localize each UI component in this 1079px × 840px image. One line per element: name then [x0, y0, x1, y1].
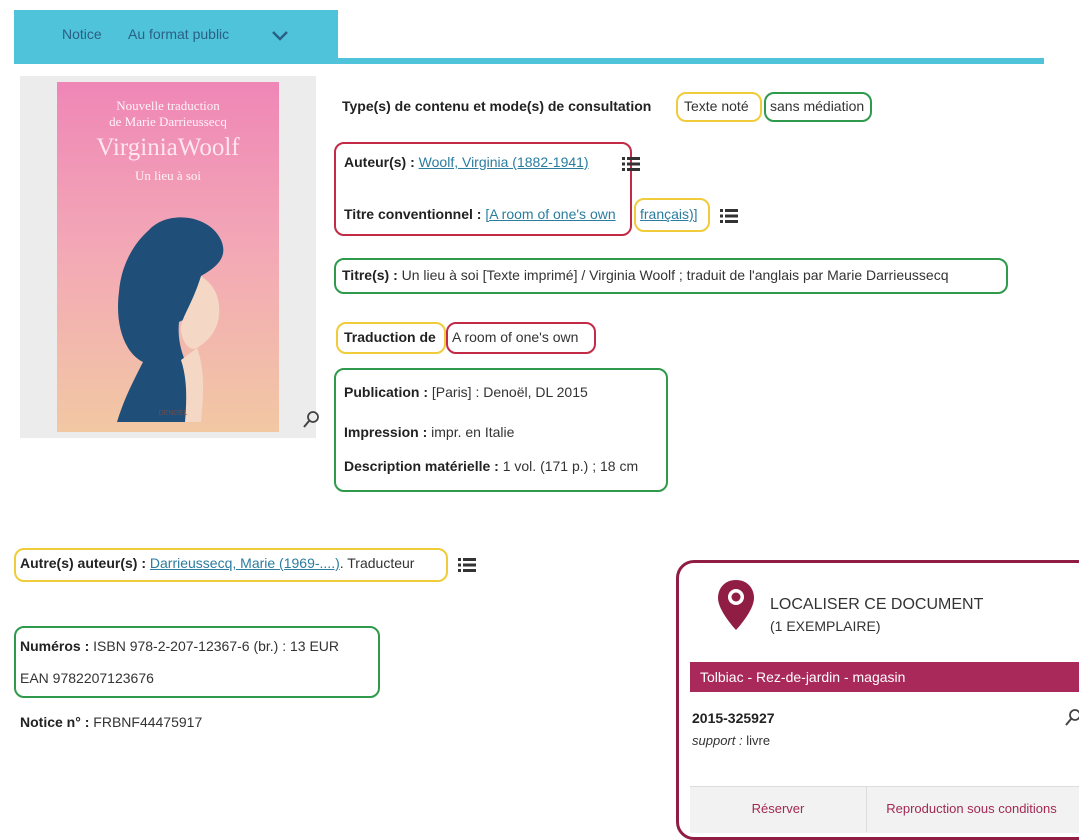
author-row: Auteur(s) : Woolf, Virginia (1882-1941)	[344, 154, 589, 170]
notice-number-row: Notice n° : FRBNF44475917	[20, 714, 202, 730]
notice-number-value: FRBNF44475917	[93, 714, 203, 730]
publication-label: Publication :	[344, 384, 428, 400]
author-link[interactable]: Woolf, Virginia (1882-1941)	[419, 154, 589, 170]
list-icon[interactable]	[720, 208, 738, 224]
language-link[interactable]: français)]	[640, 206, 698, 222]
publication-row: Publication : [Paris] : Denoël, DL 2015	[344, 384, 588, 400]
description-label: Description matérielle :	[344, 458, 499, 474]
printing-value: impr. en Italie	[431, 424, 515, 440]
title-value: Un lieu à soi [Texte imprimé] / Virginia…	[401, 267, 949, 283]
content-type-value2: sans médiation	[770, 98, 865, 114]
cover-line2: de Marie Darrieussecq	[109, 114, 227, 129]
description-value: 1 vol. (171 p.) ; 18 cm	[502, 458, 639, 474]
zoom-icon[interactable]	[302, 410, 320, 430]
author-label: Auteur(s) :	[344, 154, 415, 170]
reproduction-button[interactable]: Reproduction sous conditions	[866, 786, 1076, 832]
numbers-row: Numéros : ISBN 978-2-207-12367-6 (br.) :…	[20, 638, 339, 654]
uniform-title-label: Titre conventionnel :	[344, 206, 482, 222]
support-label: support :	[692, 733, 743, 748]
format-selector[interactable]: Au format public	[128, 26, 229, 42]
portrait-illustration	[117, 217, 224, 422]
list-icon[interactable]	[458, 557, 476, 573]
locate-count: (1 EXEMPLAIRE)	[770, 618, 881, 634]
zoom-icon[interactable]	[1064, 708, 1079, 728]
other-authors-link[interactable]: Darrieussecq, Marie (1969-....)	[150, 555, 340, 571]
title-row: Titre(s) : Un lieu à soi [Texte imprimé]…	[342, 267, 948, 283]
content-type-row: Type(s) de contenu et mode(s) de consult…	[342, 98, 651, 114]
book-cover[interactable]: Nouvelle traduction de Marie Darrieussec…	[57, 82, 279, 432]
ean-value: EAN 9782207123676	[20, 670, 154, 686]
printing-row: Impression : impr. en Italie	[344, 424, 514, 440]
cover-author: VirginiaWoolf	[96, 134, 240, 161]
uniform-title-row: Titre conventionnel : [A room of one's o…	[344, 206, 616, 222]
list-icon[interactable]	[622, 156, 640, 172]
description-row: Description matérielle : 1 vol. (171 p.)…	[344, 458, 638, 474]
uniform-title-language: français)]	[640, 206, 698, 222]
content-type-label: Type(s) de contenu et mode(s) de consult…	[342, 98, 652, 114]
support-row: support : livre	[692, 733, 770, 748]
highlight-numbers	[14, 626, 380, 698]
locate-title: LOCALISER CE DOCUMENT	[770, 596, 984, 613]
support-value: livre	[746, 733, 771, 748]
numbers-label: Numéros :	[20, 638, 90, 654]
printing-label: Impression :	[344, 424, 428, 440]
cover-line1: Nouvelle traduction	[116, 98, 220, 113]
chevron-down-icon[interactable]	[270, 28, 290, 44]
notice-number-label: Notice n° :	[20, 714, 90, 730]
location-bar: Tolbiac - Rez-de-jardin - magasin	[690, 662, 1079, 692]
tab-notice[interactable]: Notice	[62, 26, 102, 42]
cover-title: Un lieu à soi	[134, 168, 202, 183]
other-authors-row: Autre(s) auteur(s) : Darrieussecq, Marie…	[20, 555, 414, 571]
translation-label-text: Traduction de	[344, 329, 436, 345]
tab-underline	[14, 58, 1044, 64]
uniform-title-link[interactable]: [A room of one's own	[485, 206, 615, 222]
other-authors-role: . Traducteur	[339, 555, 415, 571]
other-authors-label: Autre(s) auteur(s) :	[20, 555, 147, 571]
isbn-value: ISBN 978-2-207-12367-6 (br.) : 13 EUR	[93, 638, 340, 654]
title-label: Titre(s) :	[342, 267, 398, 283]
publication-value: [Paris] : Denoël, DL 2015	[431, 384, 588, 400]
translation-value: A room of one's own	[452, 329, 579, 345]
shelfmark: 2015-325927	[692, 710, 775, 726]
content-type-value1: Texte noté	[684, 98, 749, 114]
location-pin-icon	[718, 580, 754, 630]
translation-label: Traduction de	[344, 329, 436, 345]
cover-publisher: DENOËL	[158, 410, 188, 417]
reserve-button[interactable]: Réserver	[690, 786, 866, 832]
